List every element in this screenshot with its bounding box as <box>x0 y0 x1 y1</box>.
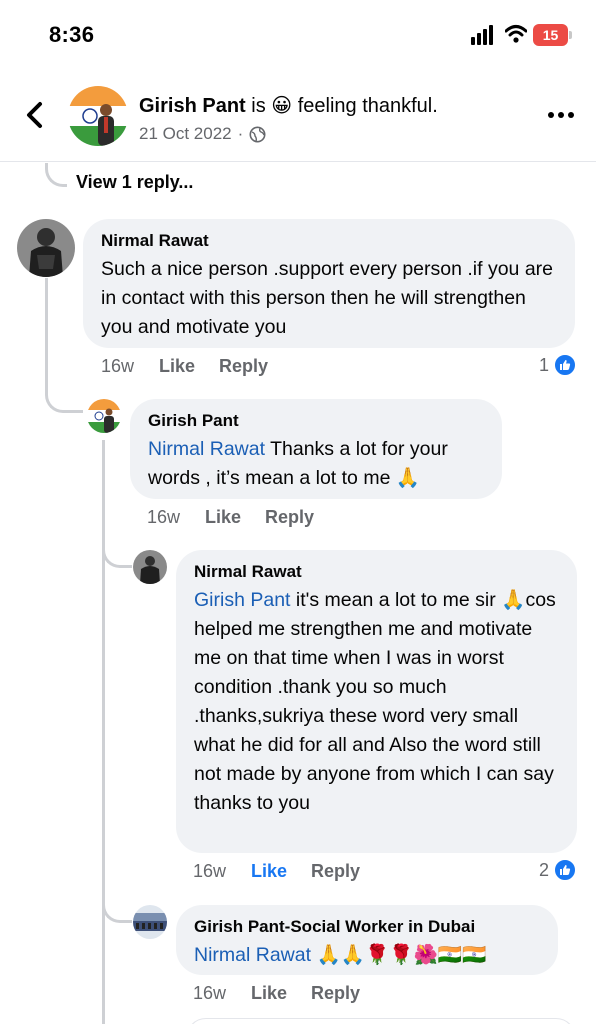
comment-text: Nirmal Rawat Thanks a lot for your words… <box>148 435 484 493</box>
thread-connector <box>45 163 67 187</box>
comment-text: Nirmal Rawat 🙏🙏🌹🌹🌺🇮🇳🇮🇳 <box>194 941 540 970</box>
thread-connector <box>102 540 132 568</box>
reply-button[interactable]: Reply <box>311 861 360 882</box>
comment-time: 16w <box>193 861 227 881</box>
feeling-text: feeling thankful. <box>297 95 438 117</box>
comment-bubble[interactable]: Girish Pant Nirmal Rawat Thanks a lot fo… <box>130 399 502 499</box>
thumbs-up-icon <box>553 858 578 882</box>
post-meta: 21 Oct 2022 · <box>139 124 266 144</box>
comment-actions: 16w Like Reply <box>193 983 384 1004</box>
feeling-emoji-icon: 😀 <box>271 95 293 117</box>
comment-actions: 16w Like Reply <box>147 507 338 528</box>
globe-icon <box>249 126 266 142</box>
mention-link[interactable]: Nirmal Rawat <box>194 944 311 966</box>
reaction-count: 1 <box>539 354 550 375</box>
commenter-avatar[interactable] <box>87 399 121 433</box>
comment-actions: 16w Like Reply <box>193 861 384 882</box>
mention-link[interactable]: Girish Pant <box>194 589 290 611</box>
wifi-icon <box>505 25 527 43</box>
meta-separator: · <box>237 124 244 143</box>
commenter-avatar[interactable] <box>133 550 167 584</box>
view-replies-link[interactable]: View 1 reply... <box>76 172 193 193</box>
status-time: 8:36 <box>49 22 95 47</box>
battery-level: 15 <box>533 24 568 46</box>
comment-body: it's mean a lot to me sir 🙏cos helped me… <box>194 589 556 814</box>
comment-time: 16w <box>101 356 135 376</box>
thread-connector <box>45 385 83 413</box>
thumbs-up-icon <box>553 353 578 377</box>
reply-button[interactable]: Reply <box>311 983 360 1004</box>
comment-author[interactable]: Nirmal Rawat <box>194 562 559 582</box>
comment-author[interactable]: Girish Pant <box>148 411 484 431</box>
commenter-avatar[interactable] <box>133 905 167 939</box>
comment-time: 16w <box>193 983 227 1003</box>
next-comment-bubble <box>186 1018 576 1024</box>
comment-body: 🙏🙏🌹🌹🌺🇮🇳🇮🇳 <box>311 944 487 966</box>
comment-bubble[interactable]: Girish Pant-Social Worker in Dubai Nirma… <box>176 905 558 975</box>
post-header: Girish Pant is 😀 feeling thankful. 21 Oc… <box>0 70 596 162</box>
feeling-prefix: is <box>251 95 266 117</box>
post-title: Girish Pant is 😀 feeling thankful. <box>139 93 438 118</box>
thread-line <box>102 440 105 1024</box>
more-options-icon[interactable] <box>548 110 574 120</box>
comment-bubble[interactable]: Nirmal Rawat Girish Pant it's mean a lot… <box>176 550 577 853</box>
author-name[interactable]: Girish Pant <box>139 95 246 117</box>
commenter-avatar[interactable] <box>17 219 75 277</box>
reaction-count: 2 <box>539 859 550 880</box>
comment-time: 16w <box>147 507 181 527</box>
author-avatar[interactable] <box>68 86 128 146</box>
like-button[interactable]: Like <box>159 356 195 377</box>
back-arrow-icon[interactable] <box>22 100 46 130</box>
reaction-summary[interactable]: 1 <box>539 353 578 377</box>
comment-author[interactable]: Nirmal Rawat <box>101 231 557 251</box>
mention-link[interactable]: Nirmal Rawat <box>148 438 265 460</box>
comment-text: Such a nice person .support every person… <box>101 258 554 338</box>
reply-button[interactable]: Reply <box>219 356 268 377</box>
comment-text: Girish Pant it's mean a lot to me sir 🙏c… <box>194 586 559 818</box>
like-button[interactable]: Like <box>251 983 287 1004</box>
post-date[interactable]: 21 Oct 2022 <box>139 124 232 144</box>
comment-author[interactable]: Girish Pant-Social Worker in Dubai <box>194 917 540 937</box>
comment-bubble[interactable]: Nirmal Rawat Such a nice person .support… <box>83 219 575 348</box>
battery-icon: 15 <box>533 24 573 46</box>
reply-button[interactable]: Reply <box>265 507 314 528</box>
like-button[interactable]: Like <box>251 861 287 882</box>
thread-line <box>45 278 48 390</box>
status-bar: 8:36 15 <box>0 0 596 70</box>
signal-icon <box>471 25 497 45</box>
thread-connector <box>102 895 132 923</box>
reaction-summary[interactable]: 2 <box>539 858 578 882</box>
like-button[interactable]: Like <box>205 507 241 528</box>
comment-actions: 16w Like Reply <box>101 356 292 377</box>
